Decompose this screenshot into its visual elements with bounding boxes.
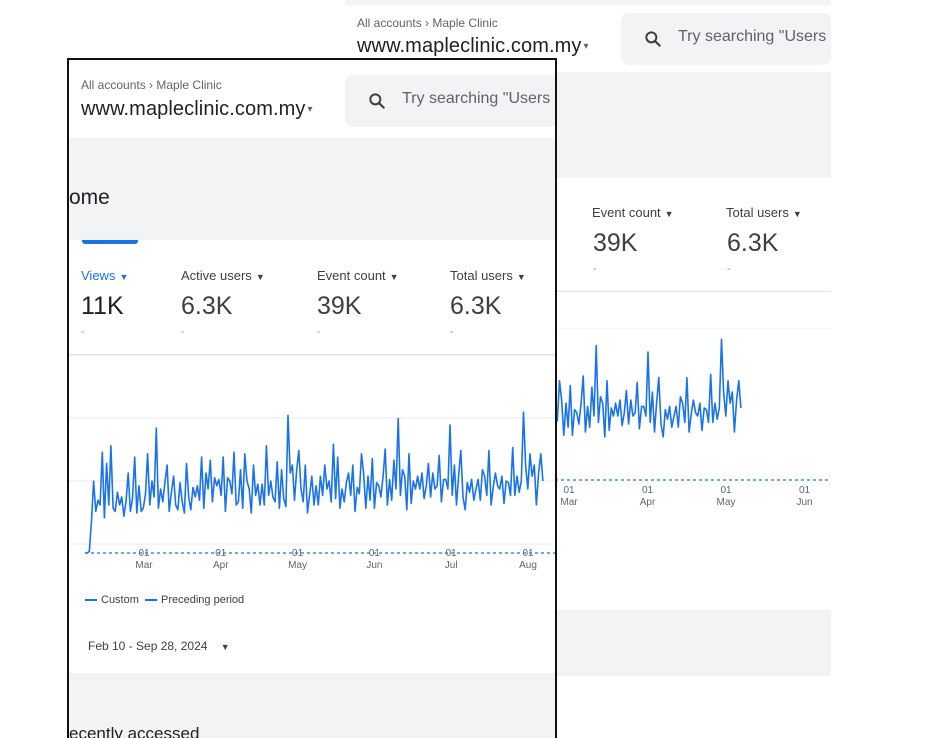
metric-label: Total users [450,268,513,283]
dropdown-caret-icon: ▼ [664,208,674,219]
metric-value: 39K [593,229,638,257]
dropdown-caret-icon: ▾ [583,41,589,53]
metric-value: 6.3K [181,292,233,320]
metric-tab-views[interactable]: Views ▼ [81,268,128,283]
recently-accessed-heading: ecently accessed [69,724,200,738]
divider [555,291,831,292]
dropdown-caret-icon: ▼ [389,271,399,282]
x-tick-day: 01 [369,548,381,559]
line-chart: 01Mar01Apr01May01Jun [555,328,831,508]
metric-value: 39K [317,292,362,320]
search-icon [645,31,661,47]
metric-change: - [317,327,321,338]
x-tick-day: 01 [642,485,654,496]
x-tick-month: Mar [135,560,153,571]
dropdown-caret-icon: ▼ [220,642,230,652]
x-tick-day: 01 [522,548,534,559]
dropdown-caret-icon: ▼ [516,271,526,282]
x-tick-month: Jun [366,560,382,571]
metric-label: Active users [181,268,252,283]
legend-swatch [85,599,97,602]
search-input[interactable]: Try searching "Users o [621,13,831,65]
line-chart: 01Mar01Apr01May01Jun01Jul01Aug [69,355,555,571]
x-tick-day: 01 [563,485,575,496]
x-tick-day: 01 [446,548,458,559]
breadcrumb[interactable]: All accounts › Maple Clinic [357,16,498,30]
dropdown-caret-icon: ▼ [119,271,129,282]
metric-label: Event count [317,268,386,283]
x-tick-month: Jul [445,560,458,571]
property-name: www.mapleclinic.com.my [81,98,306,120]
property-selector[interactable]: www.mapleclinic.com.my ▾ [357,35,589,58]
x-tick-day: 01 [720,485,732,496]
date-range-label: Feb 10 - Sep 28, 2024 [88,639,208,653]
legend-item-preceding: Preceding period [145,594,244,606]
search-input[interactable]: Try searching "Users o [345,75,557,127]
breadcrumb-separator: › [425,16,430,30]
search-placeholder: Try searching "Users o [402,90,557,107]
series-custom [555,338,742,438]
metric-label: Views [81,268,116,283]
page-title: ome [69,186,110,209]
x-tick-month: Apr [640,497,656,508]
dropdown-caret-icon: ▾ [307,104,313,116]
overview-card: Views ▼ 11K - Active users ▼ 6.3K - Event … [69,240,555,673]
legend-swatch [145,599,157,602]
breadcrumb-account[interactable]: Maple Clinic [432,16,497,30]
x-tick-month: Mar [560,497,578,508]
metric-tab-total-users[interactable]: Total users ▼ [726,205,802,220]
metric-value: 6.3K [450,292,502,320]
date-range-selector[interactable]: Feb 10 - Sep 28, 2024 ▼ [88,639,230,653]
metric-value: 6.3K [727,229,779,257]
x-tick-month: May [288,560,307,571]
dropdown-caret-icon: ▼ [255,271,265,282]
breadcrumb-root[interactable]: All accounts [357,16,422,30]
overview-card: Event count ▼ 39K - Total users ▼ 6.3K - 0… [555,178,831,610]
breadcrumb-separator: › [149,78,154,92]
property-selector[interactable]: www.mapleclinic.com.my ▾ [81,98,313,121]
breadcrumb-root[interactable]: All accounts [81,78,146,92]
breadcrumb[interactable]: All accounts › Maple Clinic [81,78,222,92]
metric-change: - [727,264,731,275]
metric-label: Event count [592,205,661,220]
metric-value: 11K [81,292,124,320]
x-tick-day: 01 [215,548,227,559]
x-tick-day: 01 [138,548,150,559]
property-name: www.mapleclinic.com.my [357,35,582,57]
metric-change: - [181,327,185,338]
active-tab-indicator [82,240,138,244]
metric-change: - [450,327,454,338]
metric-tab-active-users[interactable]: Active users ▼ [181,268,265,283]
metric-tab-event-count[interactable]: Event count ▼ [317,268,399,283]
search-placeholder: Try searching "Users o [678,28,831,45]
breadcrumb-account[interactable]: Maple Clinic [156,78,221,92]
search-icon [369,93,385,109]
metric-label: Total users [726,205,789,220]
foreground-window: All accounts › Maple Clinic www.maplecli… [67,58,557,738]
dropdown-caret-icon: ▼ [792,208,802,219]
metric-tab-total-users[interactable]: Total users ▼ [450,268,526,283]
top-strip [345,0,831,5]
x-tick-month: May [717,497,736,508]
series-custom [85,411,544,554]
legend-item-custom: Custom [85,594,139,606]
x-tick-month: Aug [519,560,537,571]
legend-label: Preceding period [161,594,245,606]
x-tick-day: 01 [292,548,304,559]
legend-label: Custom [101,594,139,606]
x-tick-day: 01 [799,485,811,496]
metric-tab-event-count[interactable]: Event count ▼ [592,205,674,220]
x-tick-month: Jun [796,497,812,508]
metric-change: - [81,327,85,338]
x-tick-month: Apr [213,560,229,571]
metric-change: - [593,264,597,275]
